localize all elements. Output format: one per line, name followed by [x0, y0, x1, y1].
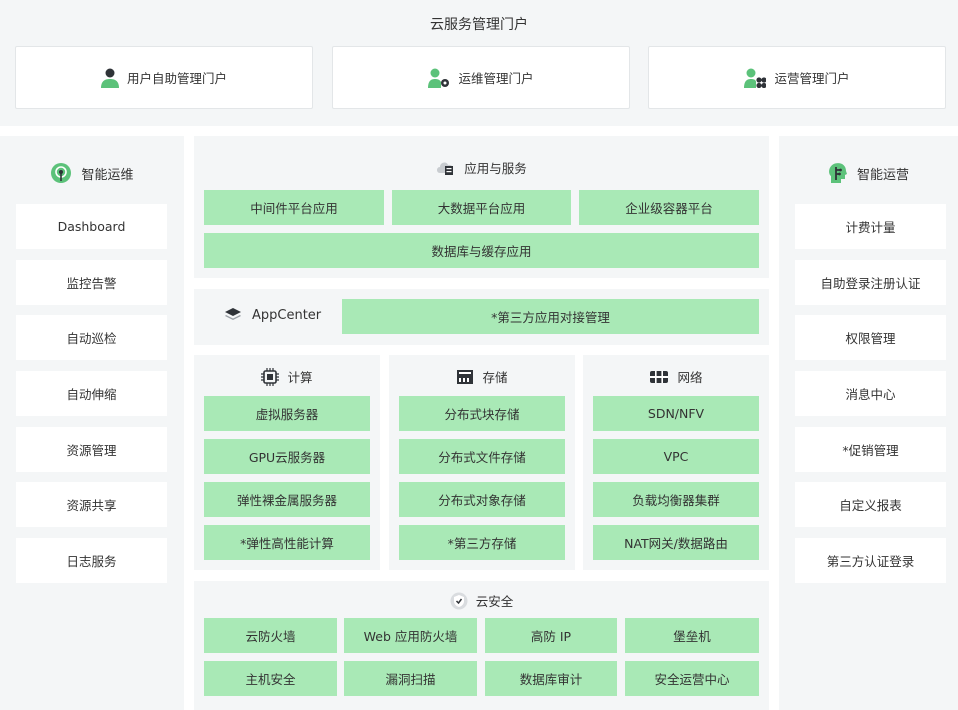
chip-icon [261, 367, 280, 386]
smart-ops-header: 智能运维 [0, 162, 184, 184]
storage-object[interactable]: 分布式对象存储 [399, 482, 565, 517]
security-cloud-firewall[interactable]: 云防火墙 [204, 618, 337, 653]
ops-item-resource-mgmt[interactable]: 资源管理 [16, 427, 167, 472]
smart-operation-title: 智能运营 [856, 167, 909, 183]
compute-panel: 计算 虚拟服务器 GPU云服务器 弹性裸金属服务器 *弹性高性能计算 [194, 355, 380, 570]
network-nat-gateway[interactable]: NAT网关/数据路由 [593, 525, 759, 560]
network-panel: 网络 SDN/NFV VPC 负载均衡器集群 NAT网关/数据路由 [583, 355, 769, 570]
storage-file[interactable]: 分布式文件存储 [399, 439, 565, 474]
network-header: 网络 [583, 367, 769, 386]
compute-gpu[interactable]: GPU云服务器 [204, 439, 370, 474]
smart-ops-title: 智能运维 [81, 167, 134, 183]
ops-item-monitoring[interactable]: 监控告警 [16, 260, 167, 305]
security-soc[interactable]: 安全运营中心 [625, 661, 759, 696]
opr-item-third-party-login[interactable]: 第三方认证登录 [795, 538, 946, 583]
portal-title: 云服务管理门户 [430, 17, 528, 33]
ops-item-autoscale[interactable]: 自动伸缩 [16, 371, 167, 416]
ops-portal-card[interactable]: 运维管理门户 [332, 46, 630, 109]
network-sdn[interactable]: SDN/NFV [593, 396, 759, 431]
compute-bare-metal[interactable]: 弹性裸金属服务器 [204, 482, 370, 517]
operation-portal-label: 运营管理门户 [774, 71, 850, 86]
storage-panel: 存储 分布式块存储 分布式文件存储 分布式对象存储 *第三方存储 [389, 355, 575, 570]
app-bigdata[interactable]: 大数据平台应用 [392, 190, 571, 225]
security-db-audit[interactable]: 数据库审计 [485, 661, 617, 696]
opr-item-self-register[interactable]: 自助登录注册认证 [795, 260, 946, 305]
opr-item-promotion[interactable]: *促销管理 [795, 427, 946, 472]
storage-header: 存储 [389, 367, 575, 386]
portal-section: 云服务管理门户 用户自助管理门户 运维管理门户 运营管理门户 [0, 0, 958, 126]
opr-item-message-center[interactable]: 消息中心 [795, 371, 946, 416]
appcenter-header: AppCenter [224, 307, 321, 323]
shield-check-icon [450, 592, 468, 610]
compute-header: 计算 [194, 367, 380, 386]
appcenter-title: AppCenter [252, 307, 322, 323]
cloud-security-header: 云安全 [194, 591, 769, 610]
cloud-security-panel: 云安全 云防火墙 Web 应用防火墙 高防 IP 堡垒机 主机安全 漏洞扫描 数… [194, 581, 769, 710]
operation-portal-card[interactable]: 运营管理门户 [648, 46, 946, 109]
smart-operation-sidebar: 智能运营 计费计量 自助登录注册认证 权限管理 消息中心 *促销管理 自定义报表… [779, 136, 958, 710]
network-icon [649, 369, 669, 385]
cloud-server-icon [436, 160, 456, 176]
ops-item-log-service[interactable]: 日志服务 [16, 538, 167, 583]
user-group-icon [744, 68, 767, 88]
user-portal-card[interactable]: 用户自助管理门户 [15, 46, 313, 109]
ai-head-icon [828, 162, 848, 184]
compute-vm[interactable]: 虚拟服务器 [204, 396, 370, 431]
apps-services-title: 应用与服务 [464, 161, 527, 176]
network-vpc[interactable]: VPC [593, 439, 759, 474]
user-portal-label: 用户自助管理门户 [126, 71, 227, 86]
layers-icon [224, 307, 242, 323]
app-middleware[interactable]: 中间件平台应用 [204, 190, 384, 225]
opr-item-billing[interactable]: 计费计量 [795, 204, 946, 249]
storage-third-party[interactable]: *第三方存储 [399, 525, 565, 560]
apps-services-header: 应用与服务 [194, 158, 769, 177]
network-load-balancer[interactable]: 负载均衡器集群 [593, 482, 759, 517]
compute-hpc[interactable]: *弹性高性能计算 [204, 525, 370, 560]
security-waf[interactable]: Web 应用防火墙 [344, 618, 477, 653]
signal-tower-icon [50, 162, 72, 184]
user-icon [100, 68, 119, 88]
smart-ops-sidebar: 智能运维 Dashboard 监控告警 自动巡检 自动伸缩 资源管理 资源共享 … [0, 136, 184, 710]
ops-item-dashboard[interactable]: Dashboard [16, 204, 167, 249]
storage-title: 存储 [482, 370, 508, 385]
ops-item-inspection[interactable]: 自动巡检 [16, 315, 167, 360]
app-database-cache[interactable]: 数据库与缓存应用 [204, 233, 759, 268]
ops-portal-label: 运维管理门户 [458, 71, 534, 86]
security-bastion[interactable]: 堡垒机 [625, 618, 759, 653]
security-anti-ddos[interactable]: 高防 IP [485, 618, 617, 653]
apps-services-panel: 应用与服务 中间件平台应用 大数据平台应用 企业级容器平台 数据库与缓存应用 [194, 136, 769, 278]
ops-item-resource-share[interactable]: 资源共享 [16, 482, 167, 527]
appcenter-panel: AppCenter *第三方应用对接管理 [194, 289, 769, 345]
opr-item-permission[interactable]: 权限管理 [795, 315, 946, 360]
third-party-app-integration[interactable]: *第三方应用对接管理 [342, 299, 759, 334]
app-container[interactable]: 企业级容器平台 [579, 190, 759, 225]
network-title: 网络 [677, 370, 703, 385]
compute-title: 计算 [287, 370, 313, 385]
opr-item-custom-report[interactable]: 自定义报表 [795, 482, 946, 527]
storage-block[interactable]: 分布式块存储 [399, 396, 565, 431]
user-gear-icon [428, 68, 450, 88]
security-host[interactable]: 主机安全 [204, 661, 337, 696]
security-vuln-scan[interactable]: 漏洞扫描 [344, 661, 477, 696]
smart-operation-header: 智能运营 [779, 162, 958, 184]
storage-icon [456, 369, 474, 385]
cloud-security-title: 云安全 [475, 594, 514, 609]
